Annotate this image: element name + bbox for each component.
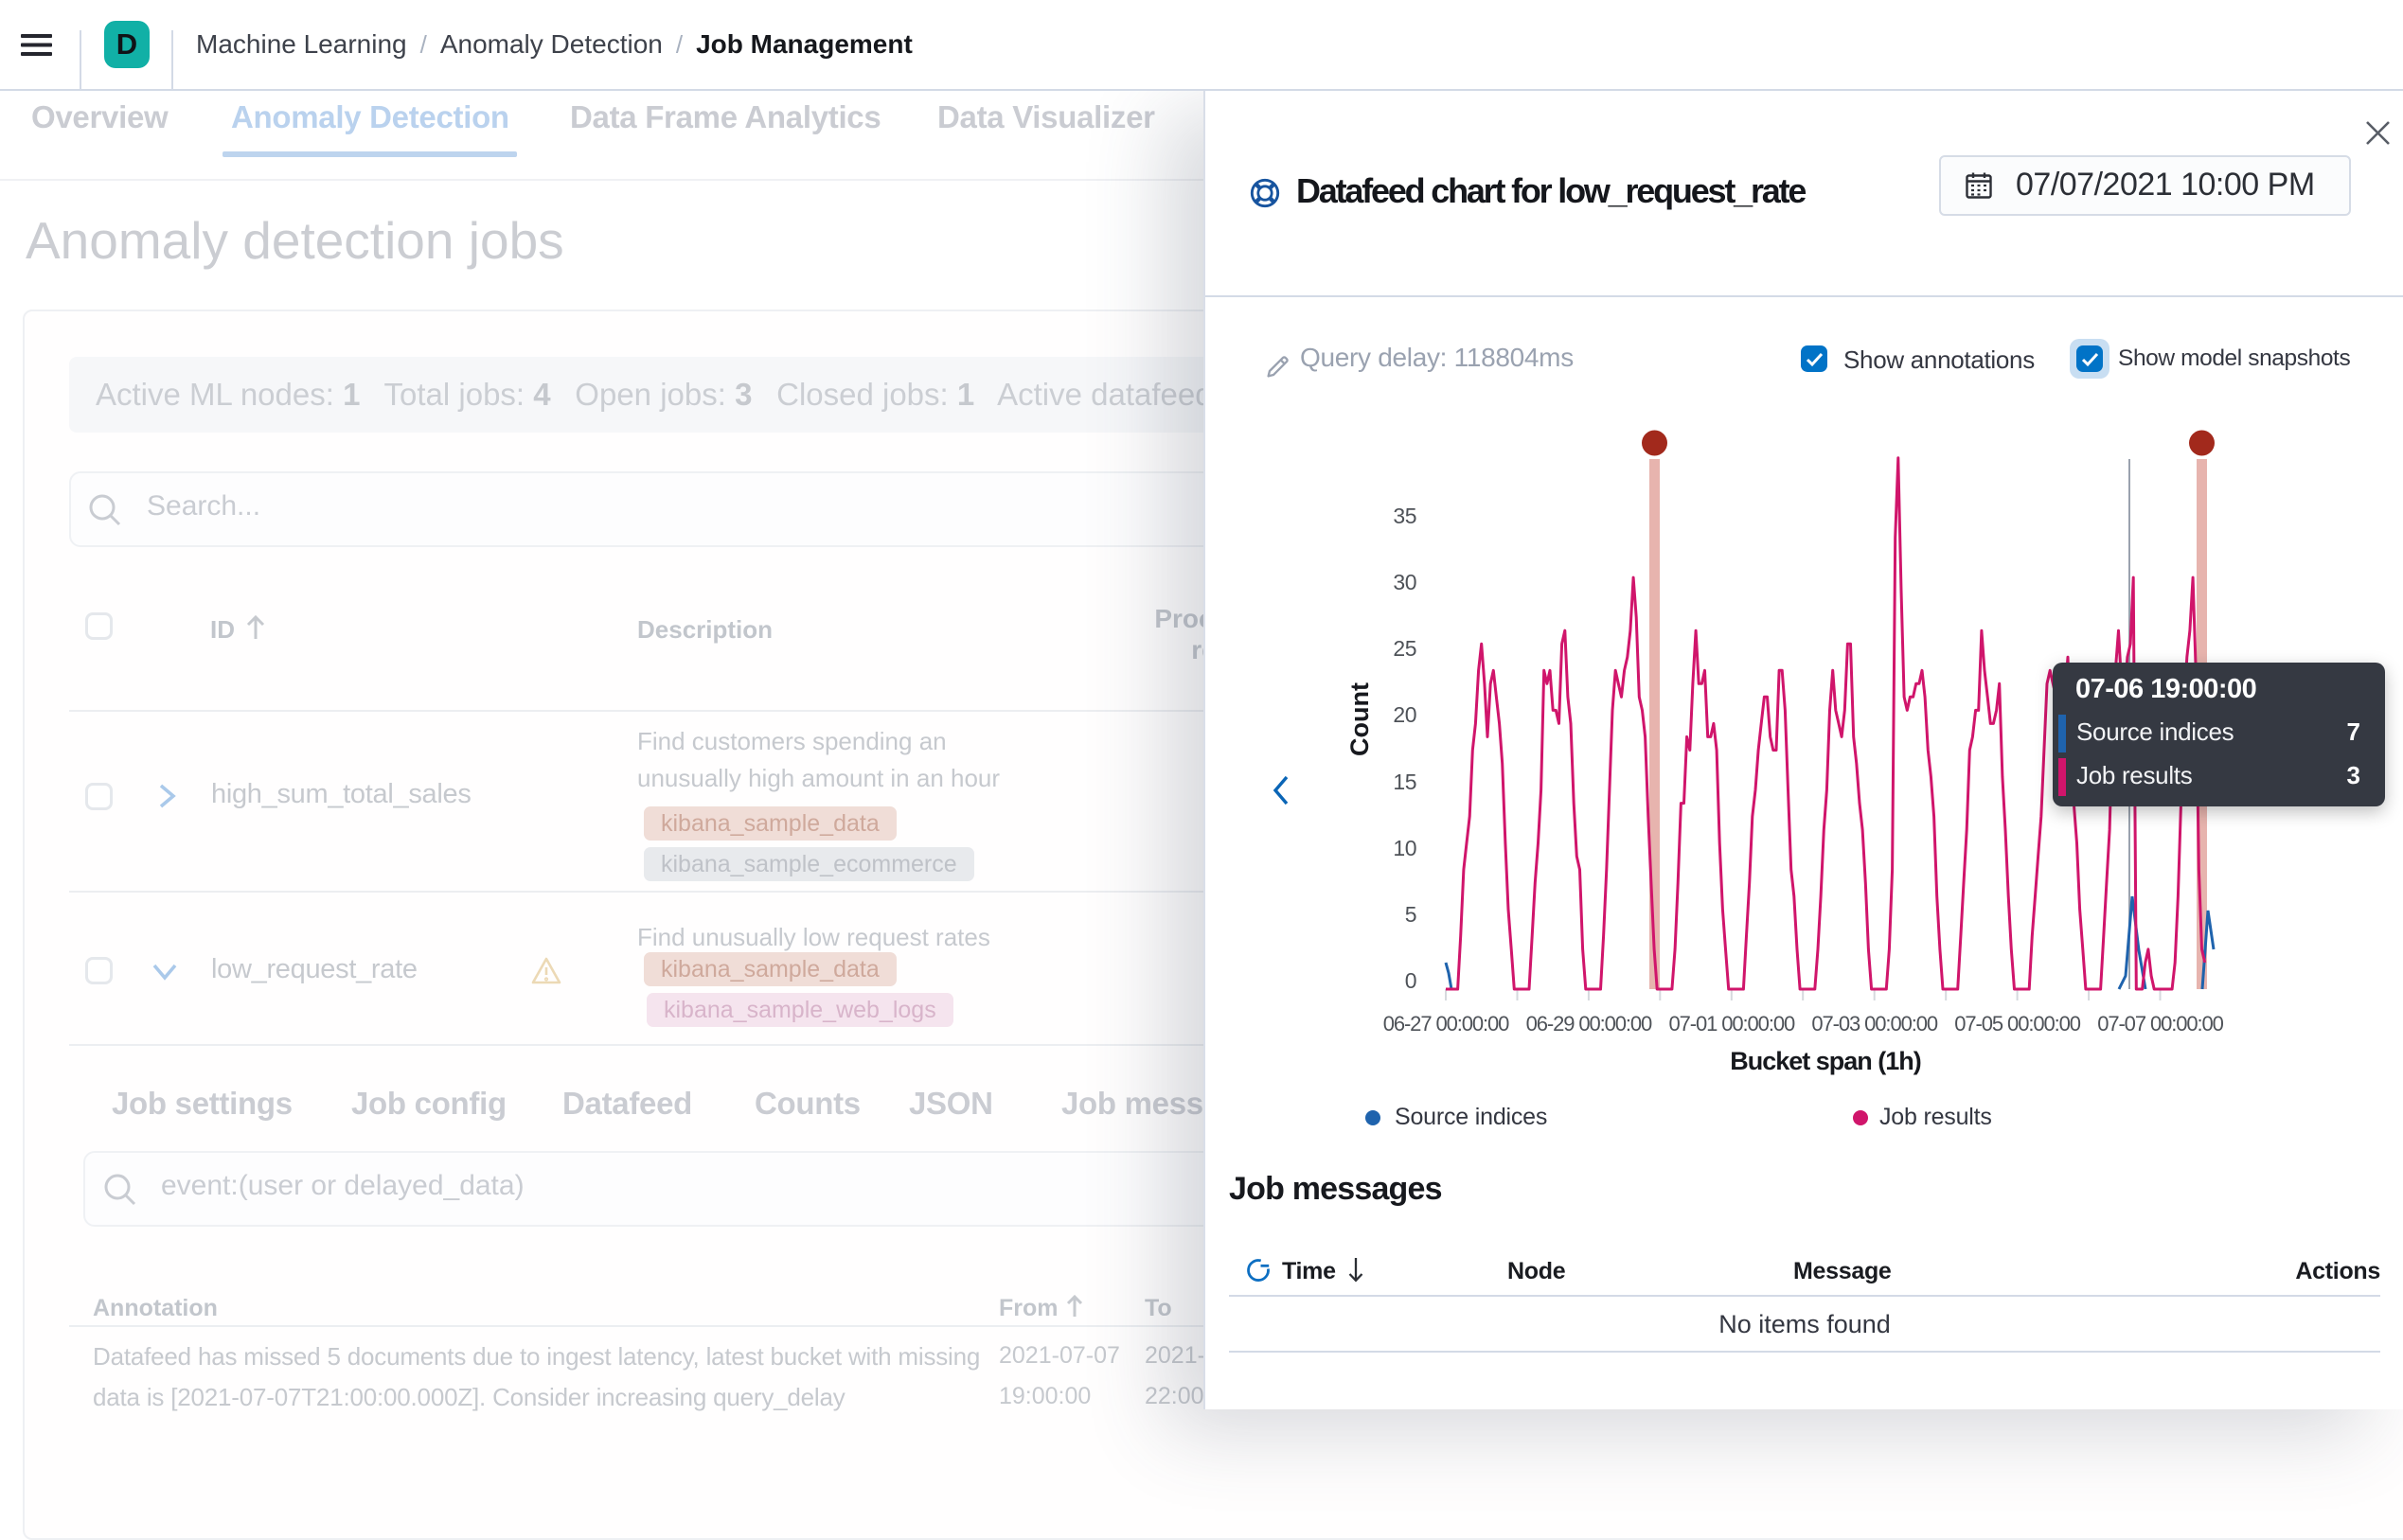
svg-text:Count: Count [1345,682,1374,756]
svg-text:20: 20 [1393,702,1416,727]
svg-text:0: 0 [1405,968,1416,993]
svg-text:25: 25 [1393,636,1416,661]
svg-text:06-27 00:00:00: 06-27 00:00:00 [1383,1012,1509,1036]
svg-text:07-03 00:00:00: 07-03 00:00:00 [1811,1012,1937,1036]
svg-text:15: 15 [1393,770,1416,794]
svg-text:5: 5 [1405,902,1416,927]
svg-text:07-01 00:00:00: 07-01 00:00:00 [1668,1012,1794,1036]
svg-text:10: 10 [1393,836,1416,860]
svg-text:35: 35 [1393,504,1416,528]
svg-text:30: 30 [1393,570,1416,594]
svg-text:06-29 00:00:00: 06-29 00:00:00 [1526,1012,1652,1036]
svg-text:07-05 00:00:00: 07-05 00:00:00 [1954,1012,2080,1036]
svg-text:Bucket span (1h): Bucket span (1h) [1730,1047,1921,1075]
svg-text:07-07 00:00:00: 07-07 00:00:00 [2097,1012,2223,1036]
